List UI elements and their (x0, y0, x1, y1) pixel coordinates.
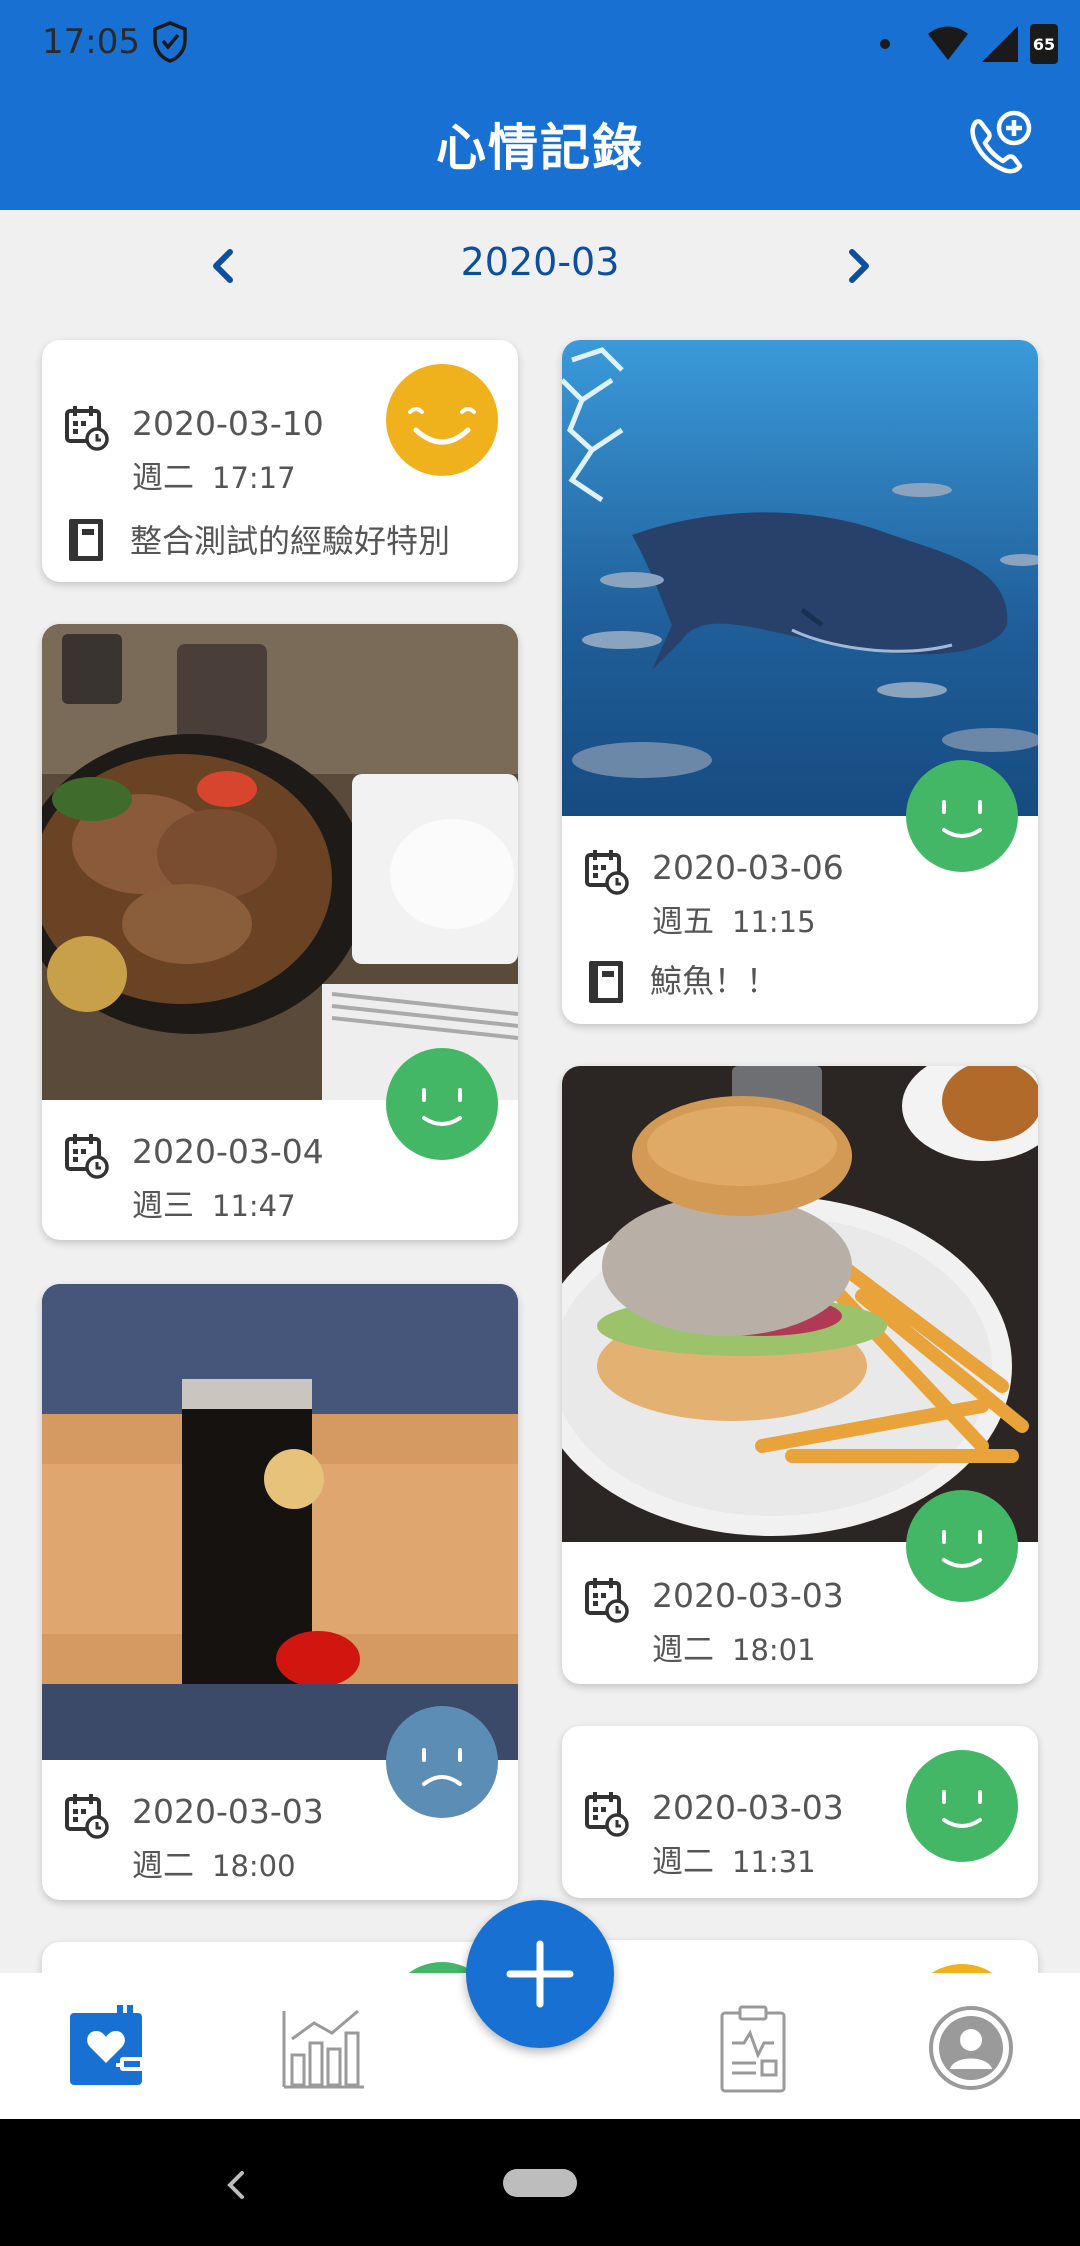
back-icon[interactable] (222, 2167, 248, 2203)
chevron-right-icon[interactable] (838, 238, 882, 294)
food-photo (42, 624, 518, 1100)
entry-note: 鯨魚！！ (650, 962, 779, 1000)
weekday-label: 週二 (652, 1844, 714, 1880)
entry-note: 整合測試的經驗好特別 (130, 522, 451, 560)
watch-photo (42, 1284, 518, 1760)
entry-weekday: 週二 11:31 (652, 1836, 816, 1881)
weekday-label: 週五 (652, 904, 714, 940)
add-entry-button[interactable] (466, 1900, 614, 2048)
calendar-clock-icon (585, 1792, 629, 1837)
happy-face-icon (386, 364, 498, 476)
mood-entry-card[interactable]: 2020-03-04 週三 11:47 (42, 624, 518, 1240)
notebook-icon (69, 519, 103, 561)
home-pill-button[interactable] (503, 2169, 577, 2197)
chart-icon[interactable] (278, 2003, 368, 2093)
entry-date: 2020-03-03 (132, 1792, 324, 1831)
signal-icon (982, 26, 1018, 62)
mood-entry-card[interactable]: 2020-03-03 週二 18:01 (562, 1066, 1038, 1684)
mood-entry-card[interactable]: 2020-03-10 週二 17:17 整合測試的經驗好特別 (42, 340, 518, 582)
page-title: 心情記錄 (436, 119, 644, 177)
entry-time: 18:00 (212, 1849, 296, 1883)
calendar-clock-icon (585, 850, 629, 895)
weekday-label: 週二 (132, 460, 194, 496)
entry-date: 2020-03-03 (652, 1788, 844, 1827)
notebook-icon (589, 961, 623, 1003)
entry-weekday: 週二 18:00 (132, 1840, 296, 1885)
month-navigator: 2020-03 (0, 210, 1080, 320)
mood-entry-card[interactable]: 2020-03-03 週二 11:31 (562, 1726, 1038, 1898)
entry-time: 18:01 (732, 1633, 816, 1667)
calendar-clock-icon (65, 1794, 109, 1839)
weekday-label: 週二 (652, 1632, 714, 1668)
weekday-label: 週三 (132, 1188, 194, 1224)
entry-weekday: 週三 11:47 (132, 1180, 296, 1225)
mood-entry-card[interactable]: 2020-03-03 週二 18:00 (42, 1284, 518, 1900)
entry-weekday: 週五 11:15 (652, 896, 816, 941)
battery-level: 65 (1032, 34, 1056, 54)
battery-icon: 65 (1030, 24, 1058, 64)
entry-date: 2020-03-06 (652, 848, 844, 887)
diary-icon[interactable] (64, 2003, 154, 2093)
entry-time: 11:15 (732, 905, 816, 939)
entry-date: 2020-03-04 (132, 1132, 324, 1171)
burger-photo (562, 1066, 1038, 1542)
smile-face-icon (906, 1750, 1018, 1862)
app-bar: 心情記錄 (0, 88, 1080, 210)
entry-time: 17:17 (212, 461, 296, 495)
weekday-label: 週二 (132, 1848, 194, 1884)
mood-entry-card[interactable]: 2020-03-06 週五 11:15 鯨魚！！ (562, 340, 1038, 1024)
smile-face-icon (386, 1048, 498, 1160)
entry-date: 2020-03-03 (652, 1576, 844, 1615)
status-time: 17:05 (42, 22, 140, 62)
wifi-icon (928, 26, 968, 60)
entry-time: 11:47 (212, 1189, 296, 1223)
current-month: 2020-03 (460, 240, 620, 284)
calendar-clock-icon (585, 1578, 629, 1623)
smile-face-icon (906, 760, 1018, 872)
sad-face-icon (386, 1706, 498, 1818)
add-call-icon[interactable] (958, 104, 1038, 184)
entry-weekday: 週二 17:17 (132, 452, 296, 497)
smile-face-icon (906, 1490, 1018, 1602)
notification-dot-icon (880, 39, 890, 49)
plus-icon (506, 1940, 574, 2008)
whale-photo (562, 340, 1038, 816)
status-bar: 17:05 65 (0, 0, 1080, 88)
calendar-clock-icon (65, 1134, 109, 1179)
entry-time: 11:31 (732, 1845, 816, 1879)
shield-icon (153, 21, 187, 63)
entry-weekday: 週二 18:01 (652, 1624, 816, 1669)
system-navigation-bar (0, 2119, 1080, 2246)
calendar-clock-icon (65, 406, 109, 451)
report-icon[interactable] (710, 2003, 800, 2093)
profile-icon[interactable] (926, 2003, 1016, 2093)
entry-date: 2020-03-10 (132, 404, 324, 443)
